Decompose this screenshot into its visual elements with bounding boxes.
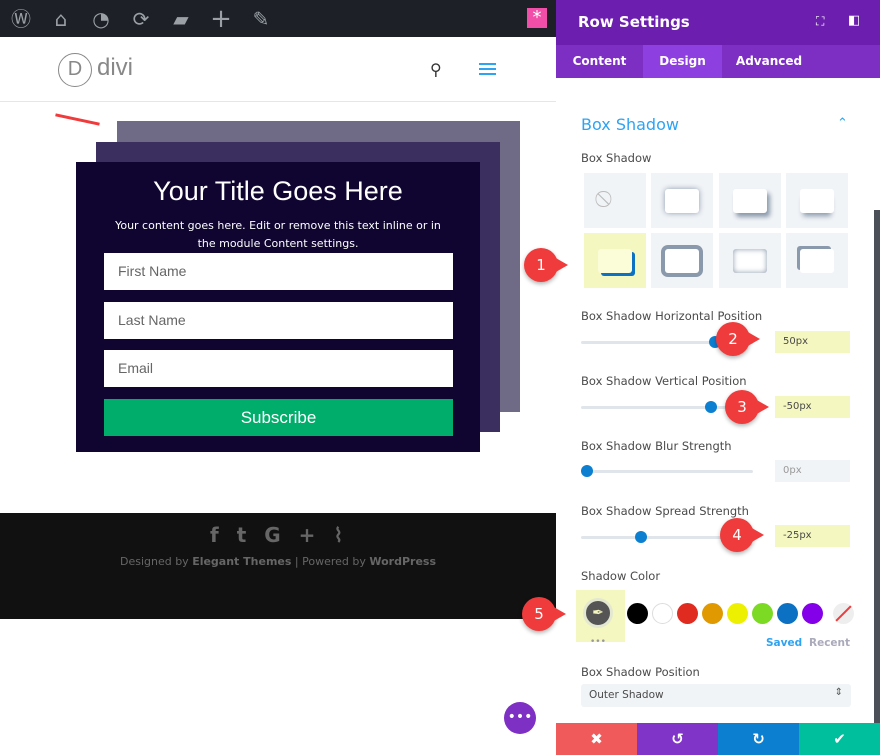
rss-icon[interactable]: ⌇ (333, 523, 361, 547)
saved-tab[interactable]: Saved (766, 637, 802, 649)
panel-header: Row Settings ⛶ ◧ (556, 0, 880, 45)
annotation-5: 5 (522, 597, 566, 631)
horizontal-label: Box Shadow Horizontal Position (581, 309, 763, 323)
color-swatch[interactable] (627, 603, 648, 624)
subscribe-button[interactable]: Subscribe (104, 399, 453, 436)
color-swatch[interactable] (802, 603, 823, 624)
first-name-input[interactable]: First Name (104, 253, 453, 290)
facebook-icon[interactable]: f (210, 523, 237, 547)
comments-icon[interactable]: ▰ (168, 6, 194, 32)
new-icon[interactable]: + (208, 6, 234, 32)
preset-7[interactable] (719, 233, 781, 288)
my-sites-icon[interactable]: ⌂ (48, 6, 74, 32)
chevron-up-icon[interactable]: ⌃ (837, 116, 848, 131)
slider-thumb[interactable] (705, 401, 717, 413)
preset-5-selected[interactable] (584, 233, 646, 288)
cancel-button[interactable]: ✖ (556, 723, 637, 755)
wordpress-link[interactable]: WordPress (369, 555, 436, 568)
position-select[interactable]: Outer Shadow ⇕ (581, 684, 851, 707)
color-swatch[interactable] (777, 603, 798, 624)
redo-button[interactable]: ↻ (718, 723, 799, 755)
vertical-label: Box Shadow Vertical Position (581, 374, 747, 388)
color-swatch[interactable] (727, 603, 748, 624)
site-footer: ftG+⌇ Designed by Elegant Themes | Power… (0, 513, 556, 619)
menu-icon[interactable] (479, 63, 496, 75)
twitter-icon[interactable]: t (237, 523, 265, 547)
select-arrows-icon: ⇕ (834, 687, 843, 698)
position-label: Box Shadow Position (581, 665, 700, 679)
annotation-3: 3 (725, 390, 769, 424)
annotation-1: 1 (524, 248, 568, 282)
annotation-2: 2 (716, 322, 760, 356)
updates-icon[interactable]: ⟳ (128, 6, 154, 32)
google-plus-icon[interactable]: G+ (264, 523, 333, 547)
preset-2[interactable] (651, 173, 713, 228)
divi-builder-icon[interactable]: * (527, 8, 547, 28)
color-swatch[interactable] (752, 603, 773, 624)
edit-icon[interactable]: ✎ (248, 6, 274, 32)
undo-button[interactable]: ↺ (637, 723, 718, 755)
annotation-4: 4 (720, 518, 764, 552)
spread-label: Box Shadow Spread Strength (581, 504, 749, 518)
color-swatch[interactable] (677, 603, 698, 624)
dashboard-icon[interactable]: ◔ (88, 6, 114, 32)
more-options-button[interactable]: ••• (504, 702, 536, 734)
module-body: Your content goes here. Edit or remove t… (115, 219, 441, 250)
blur-input[interactable]: 0px (775, 460, 850, 482)
color-swatch[interactable] (652, 603, 673, 624)
split-view-icon[interactable]: ◧ (848, 13, 860, 28)
slider-thumb[interactable] (635, 531, 647, 543)
blur-label: Box Shadow Blur Strength (581, 439, 732, 453)
color-swatch[interactable] (702, 603, 723, 624)
save-button[interactable]: ✔ (799, 723, 880, 755)
recent-tab[interactable]: Recent (809, 637, 850, 649)
clear-color-swatch[interactable] (833, 603, 854, 624)
panel-tabs: Content Design Advanced (556, 45, 880, 78)
tab-content[interactable]: Content (556, 45, 643, 78)
spread-input[interactable]: -25px (775, 525, 850, 547)
footer-credit: Designed by Elegant Themes | Powered by … (119, 555, 437, 568)
section-title[interactable]: Box Shadow (581, 115, 679, 134)
elegant-themes-link[interactable]: Elegant Themes (192, 555, 291, 568)
vertical-input[interactable]: -50px (775, 396, 850, 418)
preset-4[interactable] (786, 173, 848, 228)
admin-bar: Ⓦ ⌂ ◔ ⟳ ▰ + ✎ * (0, 0, 556, 37)
email-input[interactable]: Email (104, 350, 453, 387)
blur-slider[interactable] (581, 465, 753, 477)
tab-design[interactable]: Design (643, 45, 722, 78)
preset-8[interactable] (786, 233, 848, 288)
scrollbar[interactable] (874, 210, 880, 723)
logo[interactable]: D (58, 53, 92, 87)
row-settings-panel: Row Settings ⛶ ◧ Content Design Advanced… (556, 0, 880, 755)
last-name-input[interactable]: Last Name (104, 302, 453, 339)
shadow-color-label: Shadow Color (581, 569, 661, 583)
wordpress-icon[interactable]: Ⓦ (8, 6, 34, 32)
module-title: Your Title Goes Here (153, 176, 403, 206)
preset-none[interactable]: ⃠ (584, 173, 646, 228)
box-shadow-label: Box Shadow (581, 151, 652, 165)
preset-6[interactable] (651, 233, 713, 288)
more-colors-icon[interactable]: ••• (590, 637, 606, 647)
panel-title: Row Settings (578, 13, 690, 31)
slider-thumb[interactable] (581, 465, 593, 477)
fullscreen-icon[interactable]: ⛶ (816, 14, 824, 29)
preset-3[interactable] (719, 173, 781, 228)
search-icon[interactable]: ⚲ (430, 60, 442, 79)
eyedropper-icon[interactable]: ✒ (583, 598, 613, 628)
arrow-annotation (55, 113, 100, 126)
logo-text[interactable]: divi (97, 54, 133, 82)
tab-advanced[interactable]: Advanced (722, 45, 816, 78)
horizontal-input[interactable]: 50px (775, 331, 850, 353)
